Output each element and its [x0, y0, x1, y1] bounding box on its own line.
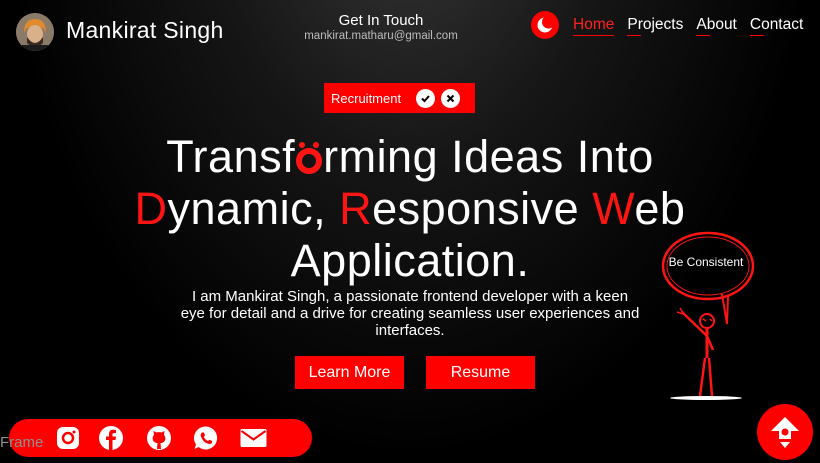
- nav-home[interactable]: Home: [573, 16, 615, 37]
- site-header: Mankirat Singh Get In Touch mankirat.mat…: [0, 0, 820, 62]
- hero-title-part: Application.: [290, 235, 530, 286]
- doodle-speech-text: Be Consistent: [668, 255, 744, 269]
- recruitment-label: Recruitment: [331, 90, 402, 106]
- hero-title-part: esponsive: [372, 183, 593, 234]
- hero-letter-r: R: [339, 183, 373, 234]
- frame-label: Frame: [0, 434, 44, 451]
- rocket-up-icon: [771, 417, 799, 448]
- contact-email[interactable]: mankirat.matharu@gmail.com: [281, 29, 481, 43]
- hero-title-part: ynamic,: [167, 183, 340, 234]
- hero-description: I am Mankirat Singh, a passionate fronte…: [180, 288, 640, 339]
- moon-icon: [537, 15, 555, 33]
- instagram-icon[interactable]: [55, 425, 81, 451]
- nav-contact[interactable]: Contact: [749, 16, 803, 37]
- hero-title-part: eb: [634, 183, 686, 234]
- nav-about[interactable]: About: [696, 16, 737, 37]
- learn-more-button[interactable]: Learn More: [295, 356, 404, 389]
- github-icon[interactable]: [146, 425, 172, 451]
- theme-toggle-button[interactable]: [531, 11, 559, 39]
- contact-title: Get In Touch: [338, 12, 424, 29]
- check-icon[interactable]: [416, 89, 435, 108]
- donut-o-icon: [296, 142, 323, 174]
- hero-letter-d: D: [134, 183, 168, 234]
- main-nav: Home Projects About Contact: [573, 16, 803, 37]
- nav-projects[interactable]: Projects: [627, 16, 683, 37]
- mail-icon[interactable]: [239, 425, 268, 451]
- avatar[interactable]: [16, 13, 54, 51]
- contact-block[interactable]: Get In Touch mankirat.matharu@gmail.com: [281, 13, 481, 43]
- close-icon[interactable]: [441, 89, 460, 108]
- whatsapp-icon[interactable]: [193, 425, 219, 451]
- hero-title-part: rming Ideas Into: [323, 131, 654, 182]
- brand-name: Mankirat Singh: [66, 17, 224, 43]
- recruitment-badge: Recruitment: [324, 83, 475, 113]
- scroll-to-top-button[interactable]: [757, 404, 813, 460]
- hero-title-part: Transf: [166, 131, 296, 182]
- hero-letter-w: W: [592, 183, 635, 234]
- resume-button[interactable]: Resume: [426, 356, 535, 389]
- facebook-icon[interactable]: [98, 425, 124, 451]
